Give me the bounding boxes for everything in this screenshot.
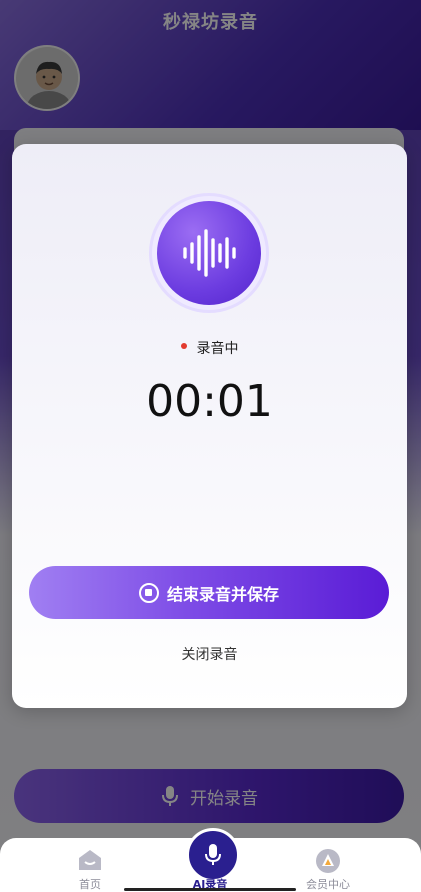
recording-status-text: 录音中 [196, 341, 239, 357]
stop-icon [138, 582, 159, 603]
recording-status: 录音中 [12, 338, 407, 358]
waveform-circle [157, 201, 261, 305]
nav-item-vip[interactable]: 会员中心 [268, 838, 388, 892]
recording-timer: 00:01 [146, 376, 273, 427]
nav-item-ai-recording[interactable] [186, 828, 240, 882]
home-icon [79, 850, 101, 870]
nav-item-home[interactable]: 首页 [30, 838, 150, 892]
stop-and-save-button[interactable]: 结束录音并保存 [29, 566, 389, 619]
mic-icon [205, 844, 221, 865]
close-recording-link[interactable]: 关闭录音 [12, 644, 407, 664]
recording-modal: 录音中 00:01 结束录音并保存 关闭录音 [12, 144, 407, 708]
stop-and-save-label: 结束录音并保存 [166, 584, 279, 604]
waveform-ring [149, 193, 269, 313]
waveform-icon [183, 229, 236, 277]
home-indicator [124, 888, 296, 891]
vip-icon [316, 849, 340, 873]
recording-dot-icon [180, 343, 187, 349]
